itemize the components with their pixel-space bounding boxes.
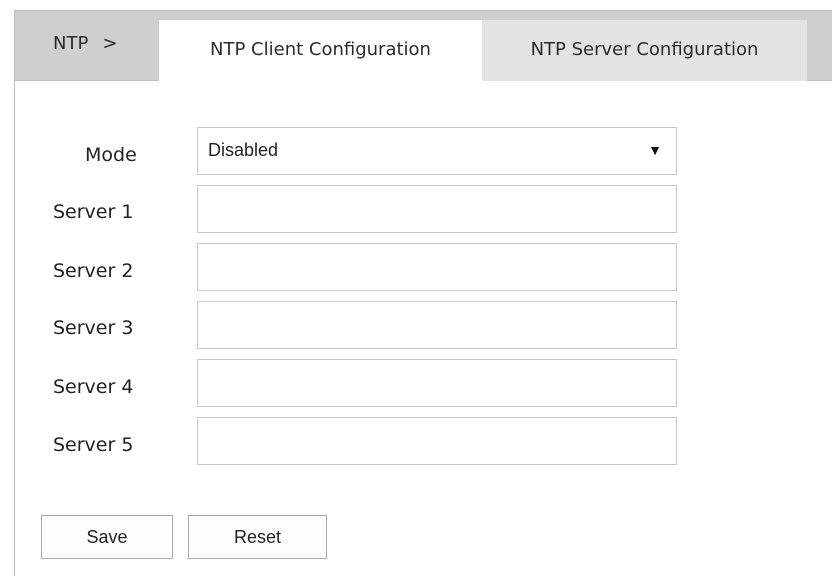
server-5-label: Server 5 bbox=[53, 434, 134, 456]
mode-label: Mode bbox=[85, 144, 137, 166]
server-5-input[interactable] bbox=[197, 417, 677, 465]
server-3-input[interactable] bbox=[197, 301, 677, 349]
header-bar: NTP > NTP Client Configuration NTP Server… bbox=[15, 11, 832, 81]
breadcrumb-separator: > bbox=[102, 33, 118, 54]
tab-ntp-client-configuration[interactable]: NTP Client Configuration bbox=[159, 20, 482, 81]
server-4-input[interactable] bbox=[197, 359, 677, 407]
server-3-label: Server 3 bbox=[53, 317, 134, 339]
breadcrumb: NTP > bbox=[53, 33, 117, 54]
server-2-label: Server 2 bbox=[53, 260, 134, 282]
tab-ntp-server-configuration[interactable]: NTP Server Configuration bbox=[482, 20, 807, 81]
reset-button[interactable]: Reset bbox=[188, 515, 327, 559]
mode-select-value: Disabled bbox=[208, 140, 279, 160]
save-button[interactable]: Save bbox=[41, 515, 173, 559]
server-1-input[interactable] bbox=[197, 185, 677, 233]
server-1-label: Server 1 bbox=[53, 201, 134, 223]
breadcrumb-root[interactable]: NTP bbox=[53, 33, 88, 54]
caret-down-icon: ▼ bbox=[648, 142, 662, 158]
page-frame: NTP > NTP Client Configuration NTP Server… bbox=[14, 10, 832, 576]
server-2-input[interactable] bbox=[197, 243, 677, 291]
server-4-label: Server 4 bbox=[53, 376, 134, 398]
mode-select[interactable]: Disabled ▼ bbox=[197, 127, 677, 175]
